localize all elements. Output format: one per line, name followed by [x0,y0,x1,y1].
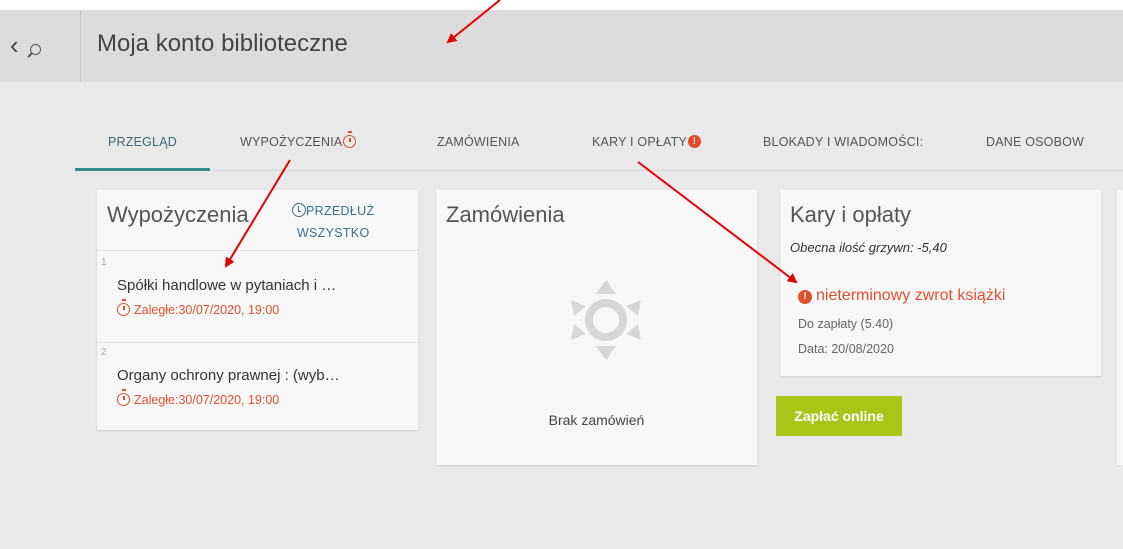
loan-number: 2 [101,347,107,358]
loans-card: Wypożyczenia PRZEDŁUŻ WSZYSTKO 1 Spółki … [97,190,418,430]
orders-title: Zamówienia [446,202,565,227]
tab-label: DANE OSOBOW [986,135,1085,149]
tab-fees[interactable]: KARY I OPŁATY! [592,130,702,168]
alert-icon: ! [688,135,702,148]
timer-icon [343,131,357,148]
clock-renew-icon [292,203,306,217]
tab-bar: PRZEGLĄD WYPOŻYCZENIA ZAMÓWIENIA KARY I … [75,130,1123,171]
fees-subtitle: Obecna ilość grzywn: -5,40 [790,240,947,255]
loan-due-text: Zaległe:30/07/2020, 19:00 [134,303,280,317]
tab-label: WYPOŻYCZENIA [240,135,343,149]
loan-due-text: Zaległe:30/07/2020, 19:00 [134,393,280,407]
loan-number: 1 [101,257,107,268]
tab-label: BLOKADY I WIADOMOŚCI: [763,135,924,149]
empty-orders-text: Brak zamówień [548,412,645,428]
alert-icon: ! [798,290,812,304]
loan-title[interactable]: Spółki handlowe w pytaniach i … [117,277,336,294]
next-card-edge [1117,190,1123,465]
page-title: Moja konto biblioteczne [97,30,348,57]
fees-card: Kary i opłaty Obecna ilość grzywn: -5,40… [780,190,1101,376]
loan-due: Zaległe:30/07/2020, 19:00 [117,389,280,407]
fee-item: ! nieterminowy zwrot książki [798,287,1005,305]
renew-all-button[interactable]: PRZEDŁUŻ WSZYSTKO [292,200,374,244]
tab-label: PRZEGLĄD [108,135,177,149]
loans-title: Wypożyczenia [107,202,249,227]
timer-icon [117,299,130,316]
back-search-button[interactable]: ‹ [0,10,81,82]
tab-loans[interactable]: WYPOŻYCZENIA [240,130,357,168]
tab-label: ZAMÓWIENIA [437,135,520,149]
sun-placeholder-icon [571,280,641,360]
chevron-left-icon[interactable]: ‹ [10,30,19,60]
pay-online-button[interactable]: Zapłać online [776,396,902,436]
loan-item[interactable]: 1 Spółki handlowe w pytaniach i … Zaległ… [97,251,418,342]
tab-personal-data[interactable]: DANE OSOBOW [986,130,1084,168]
fee-label: nieterminowy zwrot książki [816,287,1006,304]
loan-item[interactable]: 2 Organy ochrony prawnej : (wyb… Zaległe… [97,343,418,430]
orders-card: Zamówienia Brak zamówień [436,190,757,465]
fee-amount: Do zapłaty (5.40) [798,317,894,331]
tab-blocks-messages[interactable]: BLOKADY I WIADOMOŚCI: [763,130,923,168]
tab-label: KARY I OPŁATY [592,135,688,149]
renew-label-2: WSZYSTKO [296,226,370,240]
fees-title: Kary i opłaty [790,202,912,227]
search-icon[interactable] [30,44,41,55]
tab-orders[interactable]: ZAMÓWIENIA [437,130,520,168]
top-strip [0,0,1123,10]
renew-label-1: PRZEDŁUŻ [306,204,375,218]
tab-overview[interactable]: PRZEGLĄD [75,130,210,171]
loan-due: Zaległe:30/07/2020, 19:00 [117,299,280,317]
fee-date: Data: 20/08/2020 [798,342,894,356]
timer-icon [117,389,130,406]
loan-title[interactable]: Organy ochrony prawnej : (wyb… [117,367,340,384]
